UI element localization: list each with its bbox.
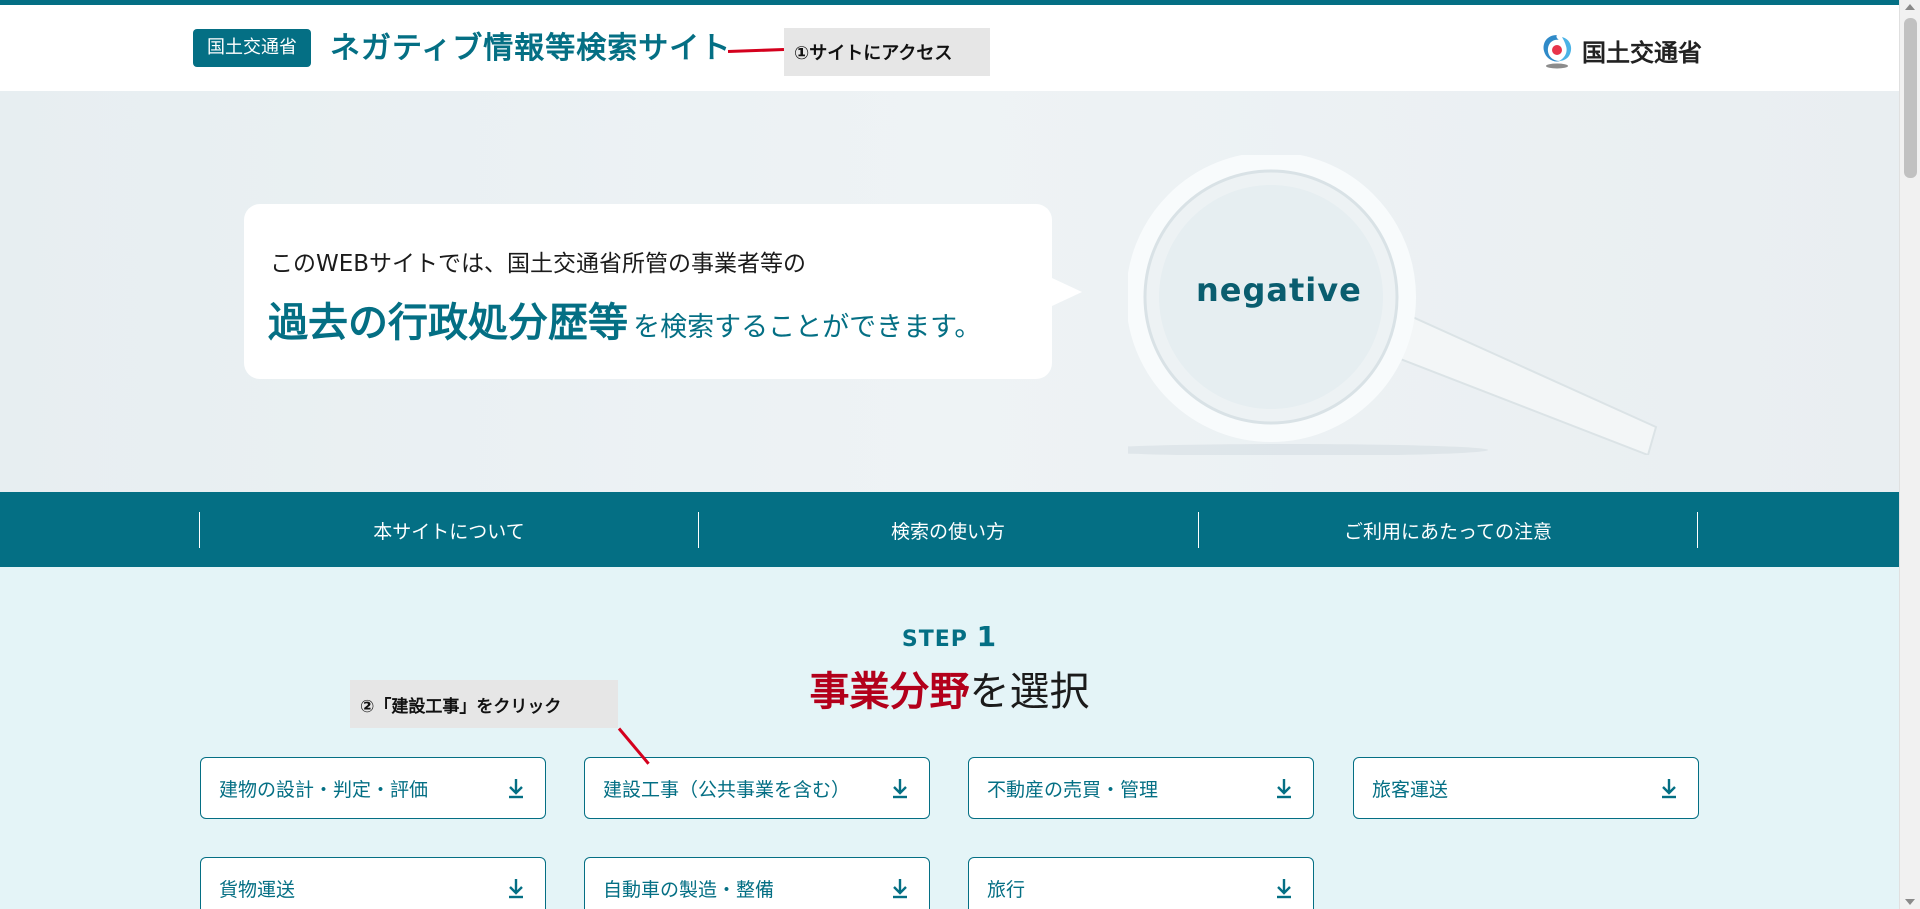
category-auto-manufacturing[interactable]: 自動車の製造・整備 [584, 857, 930, 909]
site-title[interactable]: ネガティブ情報等検索サイト [330, 31, 731, 67]
category-section: STEP 1 事業分野を選択 建物の設計・判定・評価 建設工事（公共事業を含む）… [0, 567, 1899, 909]
step-label: STEP 1 [0, 620, 1899, 653]
magnifier-word: negative [1196, 271, 1362, 309]
category-label: 旅客運送 [1372, 778, 1449, 801]
download-arrow-icon [1277, 879, 1291, 899]
download-arrow-icon [1277, 779, 1291, 799]
category-label: 建物の設計・判定・評価 [219, 778, 429, 801]
category-travel[interactable]: 旅行 [968, 857, 1314, 909]
category-label: 不動産の売買・管理 [987, 778, 1159, 801]
category-construction[interactable]: 建設工事（公共事業を含む） [584, 757, 930, 819]
download-arrow-icon [893, 879, 907, 899]
nav-about-site[interactable]: 本サイトについて [199, 512, 698, 548]
hero-headline: 過去の行政処分歴等 を検索することができます。 [268, 290, 981, 348]
category-label: 建設工事（公共事業を含む） [603, 778, 851, 801]
hero-headline-rest: を検索することができます。 [633, 312, 982, 343]
annotation-callout-1: ①サイトにアクセス [784, 28, 990, 76]
page-scrollbar[interactable] [1899, 0, 1920, 909]
scroll-down-arrow-icon[interactable] [1905, 899, 1915, 905]
section-title: 事業分野を選択 [0, 659, 1899, 717]
nav-how-to-search[interactable]: 検索の使い方 [698, 512, 1197, 548]
download-arrow-icon [1662, 779, 1676, 799]
download-arrow-icon [893, 779, 907, 799]
section-title-rest: を選択 [969, 669, 1090, 715]
category-real-estate[interactable]: 不動産の売買・管理 [968, 757, 1314, 819]
annotation-callout-2: ②「建設工事」をクリック [350, 680, 618, 728]
scroll-up-arrow-icon[interactable] [1905, 4, 1915, 10]
hero-banner: このWEBサイトでは、国土交通省所管の事業者等の 過去の行政処分歴等 を検索する… [0, 91, 1899, 492]
mlit-logo[interactable]: 国土交通省 [1538, 31, 1702, 69]
scroll-thumb[interactable] [1904, 18, 1917, 178]
category-freight-transport[interactable]: 貨物運送 [200, 857, 546, 909]
nav-usage-notes[interactable]: ご利用にあたっての注意 [1198, 512, 1697, 548]
mlit-logo-icon [1543, 35, 1572, 69]
category-label: 貨物運送 [219, 878, 296, 901]
category-building-design[interactable]: 建物の設計・判定・評価 [200, 757, 546, 819]
category-passenger-transport[interactable]: 旅客運送 [1353, 757, 1699, 819]
category-label: 旅行 [987, 878, 1026, 901]
step-label-text: STEP [901, 627, 968, 652]
download-arrow-icon [509, 779, 523, 799]
main-nav: 本サイトについて 検索の使い方 ご利用にあたっての注意 [0, 492, 1899, 567]
ministry-badge[interactable]: 国土交通省 [193, 29, 311, 67]
hero-speech-bubble: このWEBサイトでは、国土交通省所管の事業者等の 過去の行政処分歴等 を検索する… [244, 204, 1082, 379]
hero-intro-text: このWEBサイトでは、国土交通省所管の事業者等の [270, 251, 807, 277]
hero-headline-strong: 過去の行政処分歴等 [268, 300, 628, 346]
step-number: 1 [976, 620, 998, 653]
download-arrow-icon [509, 879, 523, 899]
section-title-accent: 事業分野 [809, 669, 970, 715]
logo-text: 国土交通省 [1582, 38, 1702, 67]
nav-divider [1697, 512, 1698, 548]
category-label: 自動車の製造・整備 [603, 878, 775, 901]
